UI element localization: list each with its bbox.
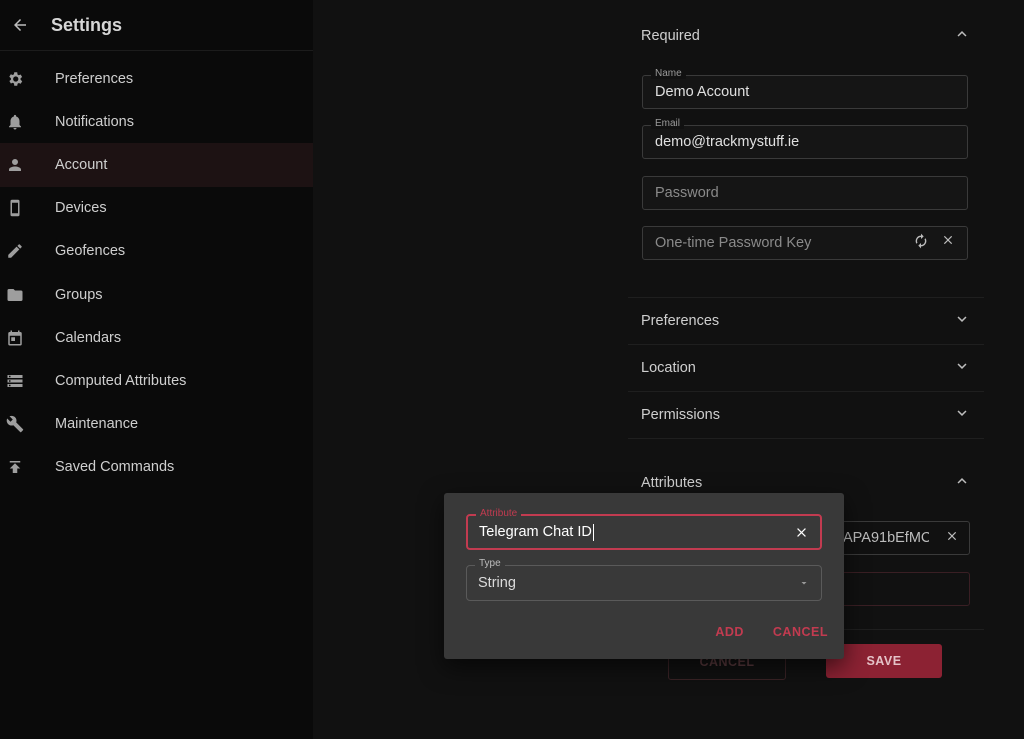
pencil-icon	[0, 242, 30, 260]
chevron-down-icon	[953, 357, 971, 379]
name-field-label: Name	[651, 68, 686, 79]
attribute-input[interactable]: Attribute Telegram Chat ID	[466, 508, 822, 550]
refresh-icon[interactable]	[913, 233, 929, 253]
sidebar-item-preferences[interactable]: Preferences	[0, 57, 313, 100]
section-title: Preferences	[641, 312, 720, 329]
sidebar-item-computed-attributes[interactable]: Computed Attributes	[0, 359, 313, 402]
sidebar-item-label: Devices	[55, 200, 107, 217]
section-required-header[interactable]: Required	[628, 10, 984, 62]
phone-icon	[0, 199, 30, 217]
add-button[interactable]: ADD	[715, 625, 744, 639]
sidebar-item-label: Groups	[55, 286, 103, 303]
type-select-value: String	[478, 575, 516, 591]
sidebar-item-label: Geofences	[55, 243, 126, 260]
type-select-label: Type	[475, 558, 505, 569]
sidebar-item-label: Calendars	[55, 329, 122, 346]
chevron-down-icon	[953, 404, 971, 426]
section-divider	[628, 438, 984, 439]
publish-icon	[0, 458, 30, 476]
sidebar-item-label: Account	[55, 156, 108, 173]
chevron-up-icon	[953, 25, 971, 47]
sidebar-item-label: Saved Commands	[55, 459, 175, 476]
chevron-down-icon	[953, 310, 971, 332]
section-title: Location	[641, 359, 696, 376]
attribute-input-label: Attribute	[476, 508, 522, 519]
sidebar-item-calendars[interactable]: Calendars	[0, 316, 313, 359]
dialog-cancel-button[interactable]: CANCEL	[773, 625, 828, 639]
sidebar-item-label: Maintenance	[55, 416, 139, 433]
type-select[interactable]: Type String	[466, 558, 822, 601]
sidebar-menu: Preferences Notifications Account Device…	[0, 51, 313, 489]
attribute-input-value: Telegram Chat ID	[479, 524, 592, 540]
sidebar-item-label: Preferences	[55, 70, 134, 87]
attribute-value-field[interactable]: APA91bEfMC	[822, 521, 970, 555]
sidebar-item-account[interactable]: Account	[0, 143, 313, 187]
section-permissions-header[interactable]: Permissions	[628, 391, 984, 438]
email-field-label: Email	[651, 118, 685, 129]
sidebar-item-devices[interactable]: Devices	[0, 187, 313, 230]
back-arrow-icon[interactable]	[0, 5, 40, 45]
clear-icon[interactable]	[945, 529, 959, 547]
wrench-icon	[0, 415, 30, 433]
text-caret	[592, 523, 594, 541]
dialog-actions: ADD CANCEL	[715, 625, 828, 639]
chevron-up-icon	[953, 472, 971, 494]
name-field-value: Demo Account	[655, 84, 750, 100]
account-form-panel: Required	[628, 10, 984, 62]
sidebar-header: Settings	[0, 0, 313, 51]
email-field-value: demo@trackmystuff.ie	[655, 134, 800, 150]
storage-icon	[0, 372, 30, 390]
dropdown-arrow-icon	[798, 577, 810, 589]
folder-icon	[0, 286, 30, 304]
password-placeholder: Password	[655, 185, 719, 201]
sidebar-item-label: Notifications	[55, 113, 134, 130]
otp-key-field[interactable]: One-time Password Key	[642, 226, 968, 260]
sidebar-item-label: Computed Attributes	[55, 372, 187, 389]
sidebar-item-notifications[interactable]: Notifications	[0, 100, 313, 143]
page-title: Settings	[51, 14, 123, 35]
section-title: Attributes	[641, 474, 703, 491]
section-preferences-header[interactable]: Preferences	[628, 297, 984, 344]
sidebar-item-geofences[interactable]: Geofences	[0, 230, 313, 273]
person-icon	[0, 156, 30, 174]
close-icon[interactable]	[794, 525, 809, 540]
section-title: Required	[641, 28, 700, 44]
gear-icon	[0, 70, 30, 88]
otp-placeholder: One-time Password Key	[655, 235, 812, 251]
sidebar-item-maintenance[interactable]: Maintenance	[0, 403, 313, 446]
add-attribute-button-bg[interactable]	[822, 572, 970, 606]
calendar-icon	[0, 329, 30, 347]
clear-icon[interactable]	[941, 233, 955, 253]
section-title: Permissions	[641, 406, 720, 423]
section-location-header[interactable]: Location	[628, 344, 984, 391]
add-attribute-dialog: Attribute Telegram Chat ID Type String A…	[444, 493, 844, 659]
bell-icon	[0, 113, 30, 131]
settings-sidebar: Settings Preferences Notifications Accou…	[0, 0, 313, 739]
sidebar-item-saved-commands[interactable]: Saved Commands	[0, 446, 313, 489]
password-field[interactable]: Password	[642, 176, 968, 210]
email-field[interactable]: Email demo@trackmystuff.ie	[642, 118, 968, 159]
name-field[interactable]: Name Demo Account	[642, 68, 968, 109]
attribute-value-text: APA91bEfMC	[843, 530, 929, 546]
sidebar-item-groups[interactable]: Groups	[0, 273, 313, 316]
